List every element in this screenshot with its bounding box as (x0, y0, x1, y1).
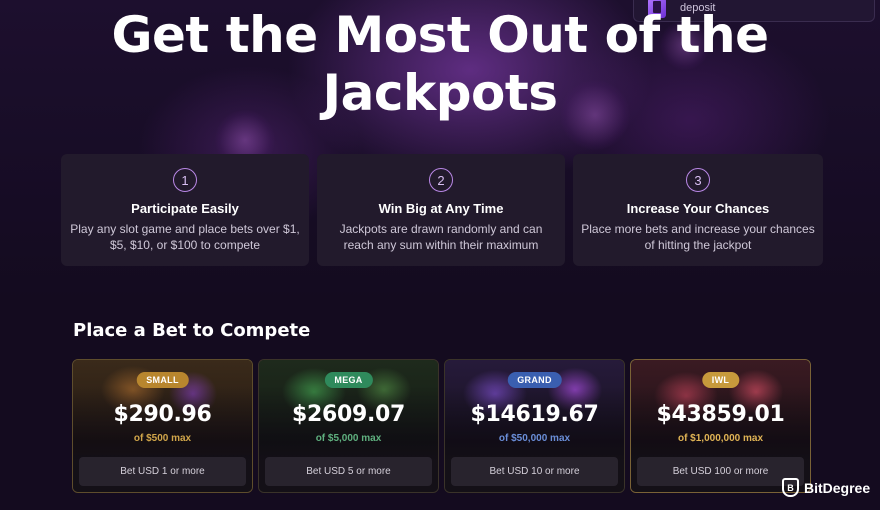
bet-button[interactable]: Bet USD 10 or more (451, 457, 618, 486)
jackpot-cards: SMALL $290.96 of $500 max Bet USD 1 or m… (72, 359, 811, 493)
page-title: Get the Most Out of the Jackpots (111, 6, 769, 122)
jackpot-max: of $5,000 max (315, 433, 382, 444)
jackpot-card-small[interactable]: SMALL $290.96 of $500 max Bet USD 1 or m… (72, 359, 253, 493)
section-title: Place a Bet to Compete (73, 320, 311, 341)
bet-button[interactable]: Bet USD 100 or more (637, 457, 804, 486)
jackpot-max: of $50,000 max (498, 433, 571, 444)
jackpot-card-grand[interactable]: GRAND $14619.67 of $50,000 max Bet USD 1… (444, 359, 625, 493)
steps-row: 1 Participate Easily Play any slot game … (61, 154, 823, 266)
step-number-2: 2 (429, 168, 453, 192)
bet-button[interactable]: Bet USD 5 or more (265, 457, 432, 486)
step-description-2: Jackpots are drawn randomly and can reac… (339, 222, 543, 252)
jackpot-card-mega[interactable]: MEGA $2609.07 of $5,000 max Bet USD 5 or… (258, 359, 439, 493)
bet-button[interactable]: Bet USD 1 or more (79, 457, 246, 486)
jackpot-badge: MEGA (324, 372, 373, 388)
step-card-3: 3 Increase Your Chances Place more bets … (573, 154, 823, 266)
jackpot-badge: IWL (701, 372, 740, 388)
jackpot-badge: GRAND (507, 372, 562, 388)
step-description-3: Place more bets and increase your chance… (581, 222, 815, 252)
step-card-2: 2 Win Big at Any Time Jackpots are drawn… (317, 154, 565, 266)
jackpot-amount: $290.96 (113, 402, 212, 427)
step-title-1: Participate Easily (131, 201, 239, 216)
watermark-text: BitDegree (804, 479, 871, 496)
step-number-3: 3 (686, 168, 710, 192)
bitdegree-watermark: B BitDegree (782, 478, 870, 497)
step-card-1: 1 Participate Easily Play any slot game … (61, 154, 309, 266)
jackpot-card-iwl[interactable]: IWL $43859.01 of $1,000,000 max Bet USD … (630, 359, 811, 493)
step-title-2: Win Big at Any Time (378, 201, 504, 216)
jackpot-amount: $14619.67 (470, 402, 599, 427)
step-description-1: Play any slot game and place bets over $… (70, 222, 300, 252)
step-number-1: 1 (173, 168, 197, 192)
jackpot-amount: $2609.07 (291, 402, 406, 427)
bitdegree-logo-icon: B (782, 478, 799, 497)
jackpot-amount: $43859.01 (656, 402, 785, 427)
step-title-3: Increase Your Chances (626, 201, 770, 216)
jackpot-badge: SMALL (136, 372, 189, 388)
jackpot-max: of $500 max (133, 433, 192, 444)
jackpot-max: of $1,000,000 max (677, 433, 764, 444)
